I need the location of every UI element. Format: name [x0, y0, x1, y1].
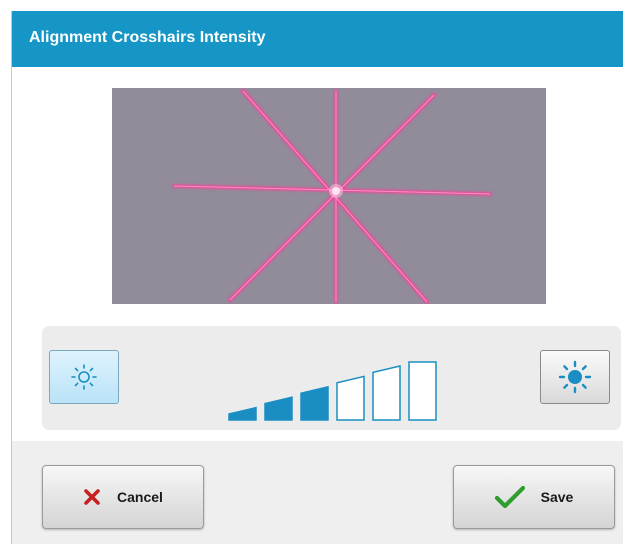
intensity-control-panel [42, 326, 621, 430]
cancel-button[interactable]: Cancel [42, 465, 204, 529]
dialog-footer: Cancel Save [12, 441, 623, 544]
increase-intensity-button[interactable] [540, 350, 610, 404]
crosshairs-preview-image [112, 88, 546, 304]
intensity-bar-2[interactable] [264, 396, 293, 421]
save-label: Save [540, 489, 574, 505]
intensity-bar-4[interactable] [336, 375, 365, 421]
intensity-level-meter [228, 361, 437, 421]
dialog-title: Alignment Crosshairs Intensity [29, 29, 266, 46]
cancel-label: Cancel [117, 489, 163, 505]
sun-dim-icon [71, 364, 97, 390]
intensity-bar-1[interactable] [228, 406, 257, 421]
intensity-bar-3[interactable] [300, 385, 329, 421]
intensity-bar-6[interactable] [408, 361, 437, 421]
checkmark-icon [494, 485, 525, 509]
sun-bright-icon [558, 360, 592, 394]
save-button[interactable]: Save [453, 465, 615, 529]
alignment-dialog: Alignment Crosshairs Intensity Cancel Sa… [11, 11, 623, 544]
decrease-intensity-button[interactable] [49, 350, 119, 404]
x-icon [84, 489, 100, 505]
title-bar: Alignment Crosshairs Intensity [12, 11, 623, 67]
intensity-bar-5[interactable] [372, 365, 401, 421]
